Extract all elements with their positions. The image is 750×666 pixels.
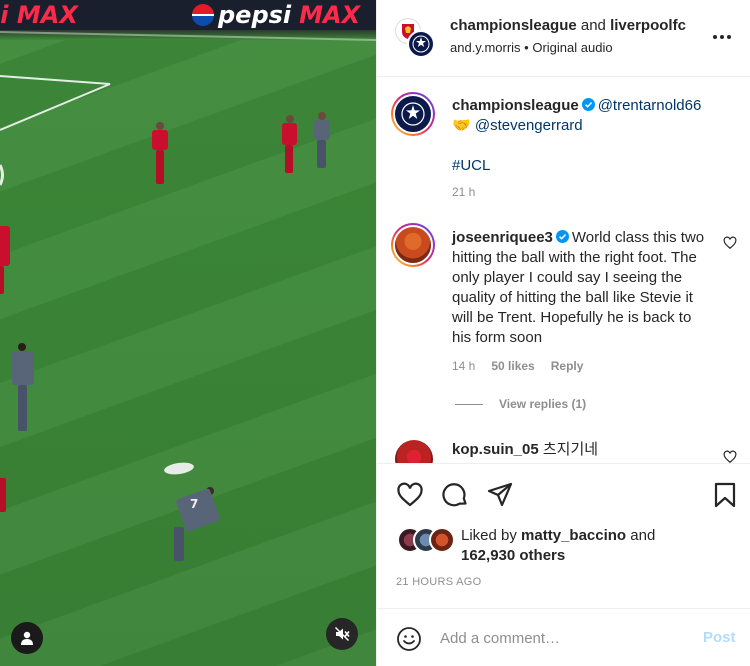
liked-by-user[interactable]: matty_baccino — [521, 527, 626, 544]
add-comment-bar: Post — [377, 608, 750, 666]
share-paper-plane-icon[interactable] — [486, 481, 514, 509]
caption-avatar[interactable] — [391, 92, 435, 136]
post-header-subtitle: and.y.morris • Original audio — [450, 40, 613, 55]
liker-avatars[interactable] — [397, 527, 457, 553]
header-account-2[interactable]: liverpoolfc — [610, 17, 686, 34]
mention-gerrard[interactable]: @stevengerrard — [475, 117, 583, 134]
comment-meta: 14 h 50 likes Reply — [452, 356, 710, 376]
caption-text: championsleague @trentarnold66 🤝 @steveng… — [452, 96, 722, 202]
shirt-number: 7 — [190, 497, 199, 511]
comment-text-2: 츠지기네 — [542, 441, 599, 458]
post-panel: championsleague and liverpoolfc and.y.mo… — [376, 0, 750, 666]
header-account-1[interactable]: championsleague — [450, 17, 577, 34]
ucl-starball-icon — [401, 102, 425, 126]
post-header-title: championsleague and liverpoolfc — [450, 17, 686, 34]
liked-by-joiner: and — [626, 527, 656, 544]
pitch-markings — [0, 31, 376, 186]
liked-by-prefix: Liked by — [461, 527, 522, 544]
comments-section[interactable]: championsleague @trentarnold66 🤝 @steveng… — [377, 78, 750, 463]
mute-button[interactable] — [326, 618, 358, 650]
championsleague-avatar-small[interactable] — [407, 30, 435, 58]
post-actions: Liked by matty_baccino and 162,930 other… — [377, 463, 750, 608]
likes-count[interactable]: 162,930 others — [461, 547, 565, 564]
liker-avatar — [429, 527, 455, 553]
like-heart-icon[interactable] — [396, 481, 424, 509]
comment-likes[interactable]: 50 likes — [491, 359, 534, 373]
post-comment-button[interactable]: Post — [703, 629, 736, 646]
comment-body: joseenriquee3 World class this two hittin… — [452, 228, 710, 376]
ucl-starball-icon — [412, 35, 430, 53]
hashtag-ucl[interactable]: #UCL — [452, 157, 490, 174]
view-replies-dash — [455, 403, 483, 405]
emoji-icon[interactable] — [396, 626, 422, 652]
ellipsis-icon — [713, 35, 731, 39]
liked-by-text: Liked by matty_baccino and 162,930 other… — [461, 526, 655, 566]
post-header: championsleague and liverpoolfc and.y.mo… — [377, 0, 750, 77]
audio-label[interactable]: Original audio — [532, 40, 612, 55]
video-player[interactable]: si MAX pepsi MAX 7 — [0, 0, 376, 666]
add-comment-input[interactable] — [440, 627, 690, 649]
mention-trent[interactable]: @trentarnold66 — [598, 97, 702, 114]
view-replies-button[interactable]: View replies (1) — [455, 397, 586, 411]
save-bookmark-icon[interactable] — [711, 481, 739, 509]
speaker-muted-icon — [335, 627, 350, 641]
header-joiner: and — [576, 17, 611, 34]
more-options-button[interactable] — [711, 26, 733, 48]
caption-username[interactable]: championsleague — [452, 97, 579, 114]
comment-body-2: kop.suin_05 츠지기네 — [452, 440, 722, 460]
championsleague-avatar — [393, 94, 433, 134]
user-icon — [21, 631, 33, 645]
verified-badge-icon — [555, 230, 569, 243]
like-comment-heart-icon[interactable] — [723, 450, 737, 463]
audio-author[interactable]: and.y.morris — [450, 40, 521, 55]
caption-time[interactable]: 21 h — [452, 182, 722, 202]
comment-time[interactable]: 14 h — [452, 359, 475, 373]
comment-avatar[interactable] — [391, 223, 435, 267]
tagged-users-button[interactable] — [11, 622, 43, 654]
post-timestamp[interactable]: 21 HOURS AGO — [396, 576, 482, 588]
comment-reply-button[interactable]: Reply — [551, 359, 584, 373]
subtitle-separator: • — [520, 40, 533, 55]
comment-bubble-icon[interactable] — [441, 481, 469, 509]
handshake-emoji: 🤝 — [452, 117, 471, 134]
like-comment-heart-icon[interactable] — [723, 236, 737, 250]
kop-suin-avatar[interactable] — [395, 440, 433, 463]
comment-username-2[interactable]: kop.suin_05 — [452, 441, 539, 458]
view-replies-label: View replies (1) — [499, 397, 587, 411]
comment-text: World class this two hitting the ball wi… — [452, 229, 705, 346]
comment-username[interactable]: joseenriquee3 — [452, 229, 553, 246]
joseenriquee3-avatar — [393, 225, 433, 265]
verified-badge-icon — [581, 98, 595, 111]
collab-avatars[interactable] — [395, 18, 435, 58]
